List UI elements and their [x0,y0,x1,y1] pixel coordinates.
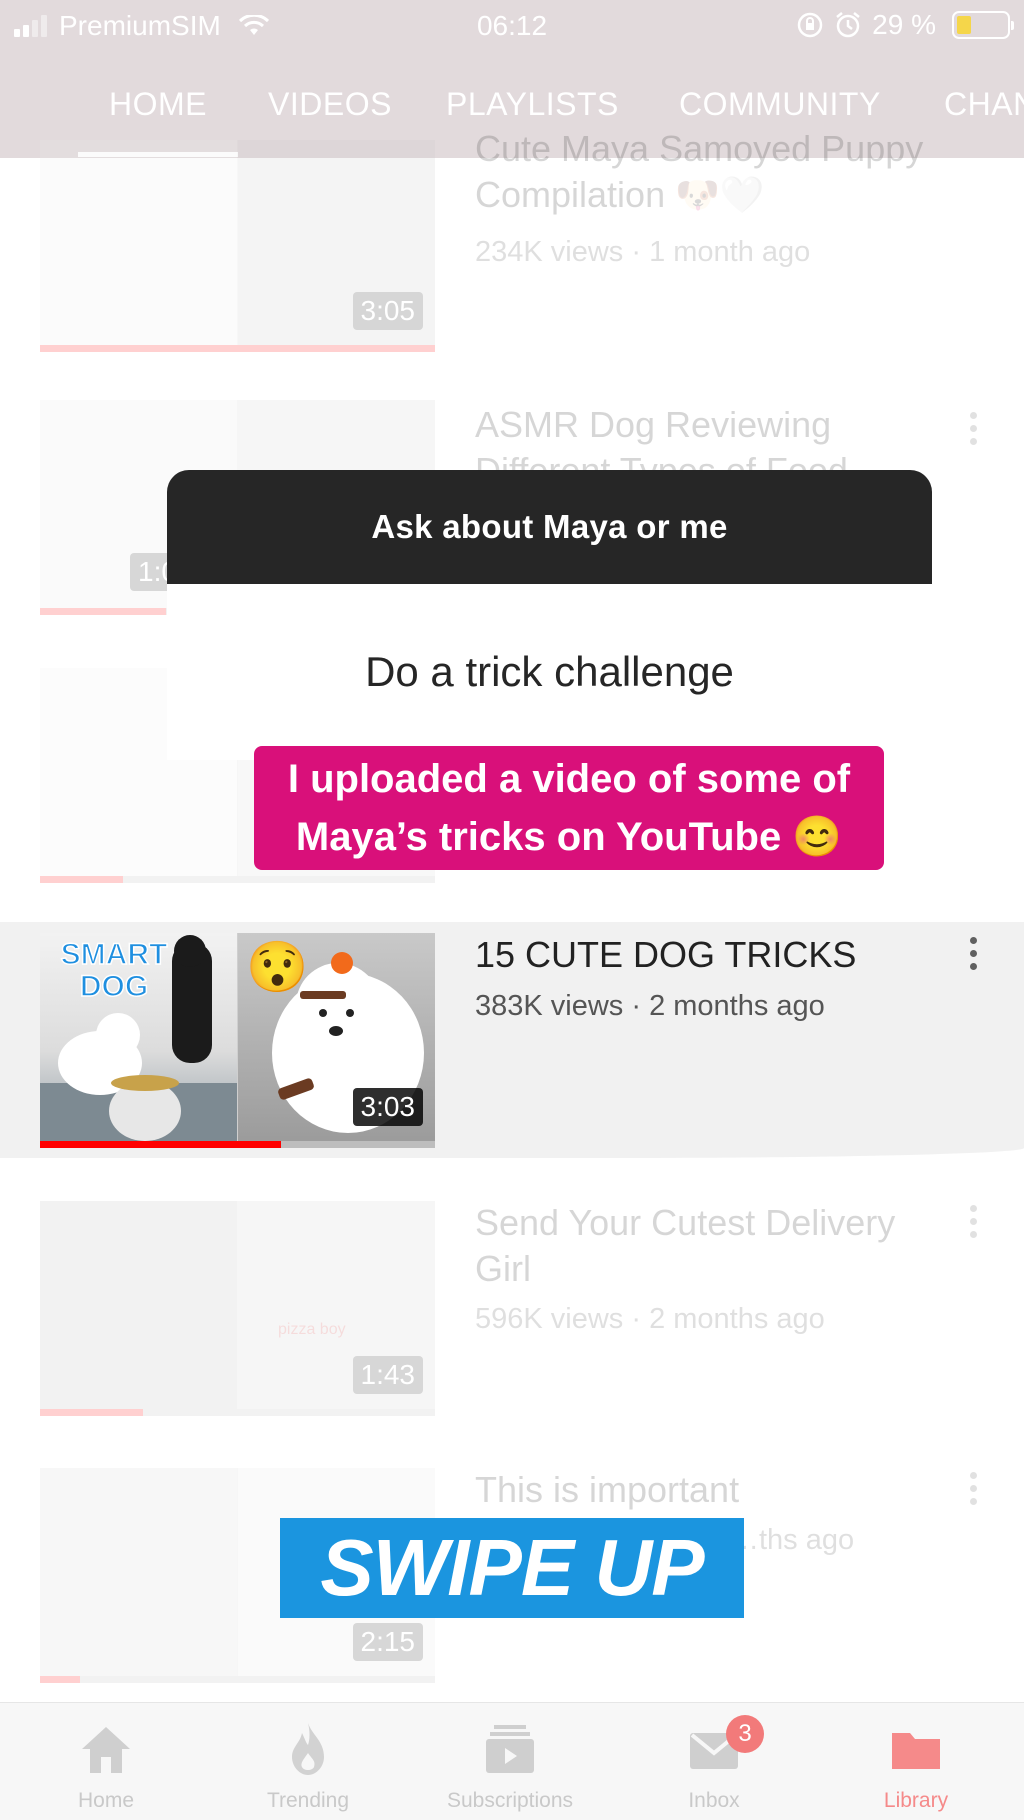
list-item[interactable]: SMART DOG 😯 3:03 15 CUTE DOG TRICKS 383K… [0,933,1024,1158]
library-folder-icon [892,1733,940,1769]
rotation-lock-icon [797,12,823,38]
answer-card: Do a trick challenge [167,584,932,760]
question-prompt: Ask about Maya or me [371,508,728,545]
more-options-icon[interactable] [966,412,980,452]
nav-label: Trending [266,1789,350,1812]
video-thumbnail[interactable]: pizza boy 1:43 [40,1201,435,1416]
story-caption: I uploaded a video of some of Maya’s tri… [254,746,884,870]
nav-label: Home [77,1789,135,1812]
swipe-up-button[interactable]: SWIPE UP [280,1518,744,1618]
home-icon [82,1727,130,1773]
nav-label: Inbox [688,1789,740,1812]
swipe-up-label: SWIPE UP [320,1523,704,1612]
video-thumbnail[interactable]: 3:05 [40,140,435,352]
video-thumbnail[interactable]: SMART DOG 😯 3:03 [40,933,435,1148]
watch-progress [40,876,123,883]
nav-label: Library [883,1789,949,1812]
watch-progress [40,1676,80,1683]
inbox-badge: 3 [726,1715,764,1753]
video-title[interactable]: Cute Maya Samoyed Puppy Compilation 🐶🤍 [475,126,925,218]
alarm-icon [836,12,860,38]
list-item[interactable]: pizza boy 1:43 Send Your Cutest Delivery… [0,1201,1024,1426]
status-bar: PremiumSIM 06:12 29 % [0,0,1024,52]
nav-label: Subscriptions [446,1789,574,1812]
nav-library[interactable]: Library [836,1703,996,1820]
tab-videos[interactable]: VIDEOS [268,86,392,123]
video-duration: 2:15 [352,1623,423,1661]
thumbnail-text: pizza boy [278,1321,346,1338]
nav-home[interactable]: Home [26,1703,186,1820]
more-options-icon[interactable] [966,937,980,977]
nav-inbox[interactable]: 3 Inbox [634,1703,794,1820]
video-duration: 3:03 [352,1088,423,1126]
video-meta: …ths ago [730,1524,855,1556]
bottom-navigation: Home Trending Subscriptions 3 Inbox Libr… [0,1702,1024,1820]
video-meta: 596K views · 2 months ago [475,1303,825,1335]
watch-progress [40,345,435,352]
answer-text: Do a trick challenge [365,648,734,695]
video-title[interactable]: 15 CUTE DOG TRICKS [475,932,925,978]
flame-icon [292,1723,324,1775]
list-item[interactable]: 3:05 Cute Maya Samoyed Puppy Compilation… [0,128,1024,360]
question-sticker: Ask about Maya or me [167,470,932,584]
surprised-emoji: 😯 [246,939,309,995]
video-title[interactable]: This is important [475,1467,925,1513]
more-options-icon[interactable] [966,1472,980,1512]
video-meta: 234K views · 1 month ago [475,236,811,268]
nav-subscriptions[interactable]: Subscriptions [430,1703,590,1820]
video-title[interactable]: Send Your Cutest Delivery Girl [475,1200,925,1292]
more-options-icon[interactable] [966,1205,980,1245]
tab-home[interactable]: HOME [109,86,207,123]
subscriptions-icon [486,1725,534,1773]
video-meta: 383K views · 2 months ago [475,990,825,1022]
watch-progress [40,608,167,615]
tab-playlists[interactable]: PLAYLISTS [446,86,619,123]
video-duration: 1:43 [352,1356,423,1394]
video-duration: 3:05 [352,292,423,330]
battery-icon [952,11,1014,39]
battery-fill [957,16,971,34]
watch-progress [40,1409,143,1416]
watch-progress [40,1141,281,1148]
battery-percent: 29 % [872,9,936,40]
thumbnail-text: SMART DOG [60,938,168,1004]
status-right: 29 % [796,9,1014,41]
tab-channels[interactable]: CHAN [944,86,1024,123]
tab-community[interactable]: COMMUNITY [679,86,881,123]
nav-trending[interactable]: Trending [228,1703,388,1820]
